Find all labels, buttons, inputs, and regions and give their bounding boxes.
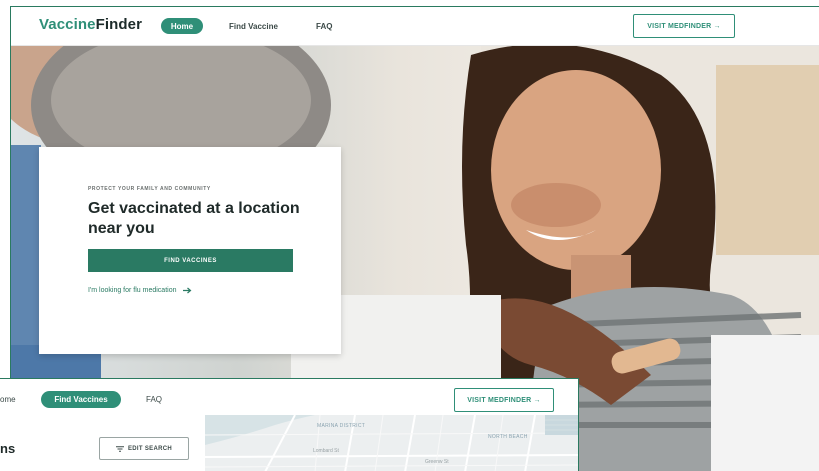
find-vaccines-window: ome Find Vaccines FAQ VISIT MEDFINDER → … [0, 378, 579, 471]
filter-icon [116, 445, 124, 452]
nav-faq-link[interactable]: FAQ [316, 22, 332, 31]
find-vaccines-button[interactable]: FIND VACCINES [88, 249, 293, 272]
map-label-north-beach: NORTH BEACH [488, 434, 528, 440]
nav-faq-link[interactable]: FAQ [146, 395, 162, 404]
nav-find-vaccine-link[interactable]: Find Vaccine [229, 22, 278, 31]
results-map[interactable]: MARINA DISTRICT Lombard St NORTH BEACH G… [205, 415, 578, 471]
top-navigation-bar: VaccineFinder Home Find Vaccine FAQ VISI… [11, 7, 819, 46]
edit-search-label: EDIT SEARCH [128, 445, 172, 452]
arrow-right-icon [182, 287, 191, 294]
nav-home-link[interactable]: ome [0, 395, 16, 404]
visit-medfinder-button[interactable]: VISIT MEDFINDER → [633, 14, 735, 38]
map-label-marina-district: MARINA DISTRICT [317, 423, 366, 429]
flu-medication-link[interactable]: I'm looking for flu medication [88, 287, 192, 294]
nav-home-tab[interactable]: Home [161, 18, 203, 34]
page-title: ns [0, 441, 16, 456]
map-label-greenw-st: Greenw St [425, 459, 449, 465]
visit-medfinder-button[interactable]: VISIT MEDFINDER → [454, 388, 554, 412]
hero-card: PROTECT YOUR FAMILY AND COMMUNITY Get va… [39, 147, 341, 354]
edit-search-button[interactable]: EDIT SEARCH [99, 437, 189, 460]
logo-part-vaccine: Vaccine [39, 16, 96, 33]
logo-part-finder: Finder [95, 16, 143, 33]
second-navigation-bar: ome Find Vaccines FAQ VISIT MEDFINDER → [0, 379, 578, 415]
map-label-lombard-st: Lombard St [313, 448, 339, 454]
hero-eyebrow: PROTECT YOUR FAMILY AND COMMUNITY [88, 186, 211, 192]
vaccinefinder-logo[interactable]: VaccineFinder [39, 16, 142, 33]
hero-headline: Get vaccinated at a location near you [88, 200, 300, 237]
flu-medication-link-label: I'm looking for flu medication [88, 287, 177, 294]
nav-find-vaccines-tab[interactable]: Find Vaccines [41, 391, 121, 408]
map-streets [205, 415, 578, 471]
